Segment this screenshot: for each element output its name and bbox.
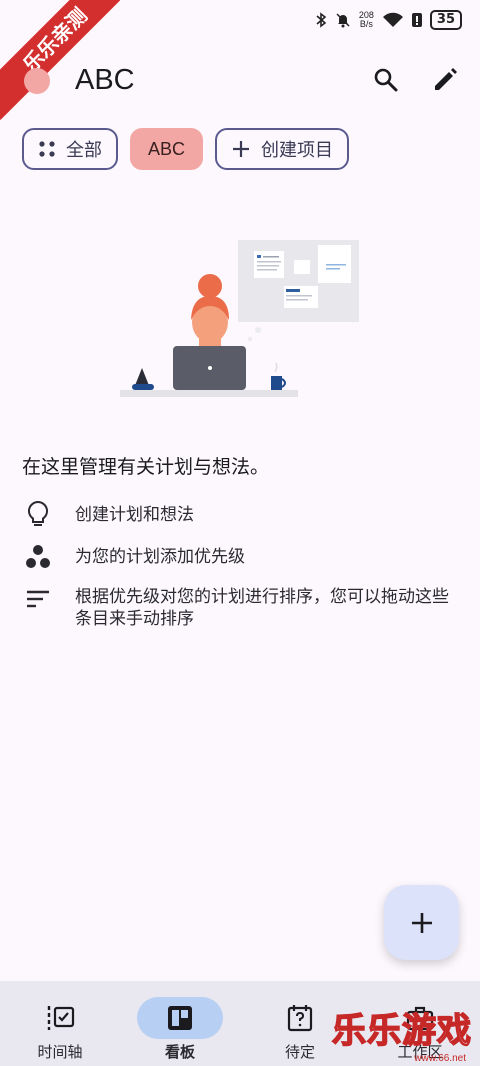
grid-dots-icon bbox=[39, 141, 55, 157]
timeline-icon bbox=[47, 1006, 75, 1030]
nav-board[interactable]: 看板 bbox=[120, 981, 240, 1066]
bottom-navigation: 时间轴 看板 待定 工作区 乐乐游戏 www.66.net bbox=[0, 981, 480, 1066]
pending-icon bbox=[287, 1005, 313, 1032]
feature-create-text: 创建计划和想法 bbox=[75, 505, 194, 525]
chip-create-project[interactable]: 创建项目 bbox=[215, 128, 350, 170]
watermark: 乐乐游戏 bbox=[331, 1010, 472, 1052]
intro-title: 在这里管理有关计划与想法。 bbox=[22, 456, 270, 478]
alert-icon bbox=[411, 13, 422, 27]
nav-timeline[interactable]: 时间轴 bbox=[0, 981, 120, 1066]
add-icon bbox=[411, 912, 432, 933]
mute-icon bbox=[336, 13, 350, 28]
chip-all-label: 全部 bbox=[66, 140, 102, 161]
net-speed-unit: B/s bbox=[359, 19, 373, 29]
add-icon bbox=[233, 141, 250, 157]
nav-timeline-label: 时间轴 bbox=[37, 1043, 83, 1061]
chip-project-abc[interactable]: ABC bbox=[130, 128, 204, 170]
bluetooth-icon bbox=[316, 12, 327, 28]
nav-pending-label: 待定 bbox=[284, 1043, 315, 1061]
search-button[interactable] bbox=[368, 62, 404, 98]
project-color-dot bbox=[24, 68, 50, 94]
priority-dots-icon bbox=[26, 545, 50, 568]
feature-sort-text: 根据优先级对您的计划进行排序，您可以拖动这些条目来手动排序 bbox=[75, 587, 449, 629]
nav-board-label: 看板 bbox=[164, 1043, 195, 1061]
net-speed: 208 B/s bbox=[359, 11, 374, 29]
app-bar: ABC bbox=[0, 52, 480, 108]
search-icon bbox=[374, 68, 398, 92]
feature-sort: 根据优先级对您的计划进行排序，您可以拖动这些条目来手动排序 bbox=[22, 584, 455, 630]
project-chips: 全部 ABC 创建项目 bbox=[22, 128, 350, 170]
edit-button[interactable] bbox=[427, 62, 463, 98]
empty-state-illustration bbox=[120, 240, 359, 397]
sort-icon bbox=[27, 590, 49, 608]
feature-priority: 为您的计划添加优先级 bbox=[22, 542, 455, 572]
status-icons: 208 B/s 35 bbox=[315, 10, 462, 30]
feature-priority-text: 为您的计划添加优先级 bbox=[75, 547, 245, 567]
chip-project-label: ABC bbox=[148, 138, 186, 159]
watermark-sub: www.66.net bbox=[414, 1053, 466, 1064]
feature-create: 创建计划和想法 bbox=[22, 500, 455, 530]
edit-icon bbox=[435, 68, 457, 90]
wifi-icon bbox=[382, 12, 403, 27]
page-title: ABC bbox=[75, 64, 135, 96]
lightbulb-icon bbox=[27, 500, 49, 526]
battery-icon: 35 bbox=[429, 10, 462, 30]
chip-all[interactable]: 全部 bbox=[22, 128, 118, 170]
add-plan-fab[interactable] bbox=[384, 885, 459, 960]
chip-create-label: 创建项目 bbox=[261, 140, 334, 161]
board-icon bbox=[168, 1006, 192, 1030]
